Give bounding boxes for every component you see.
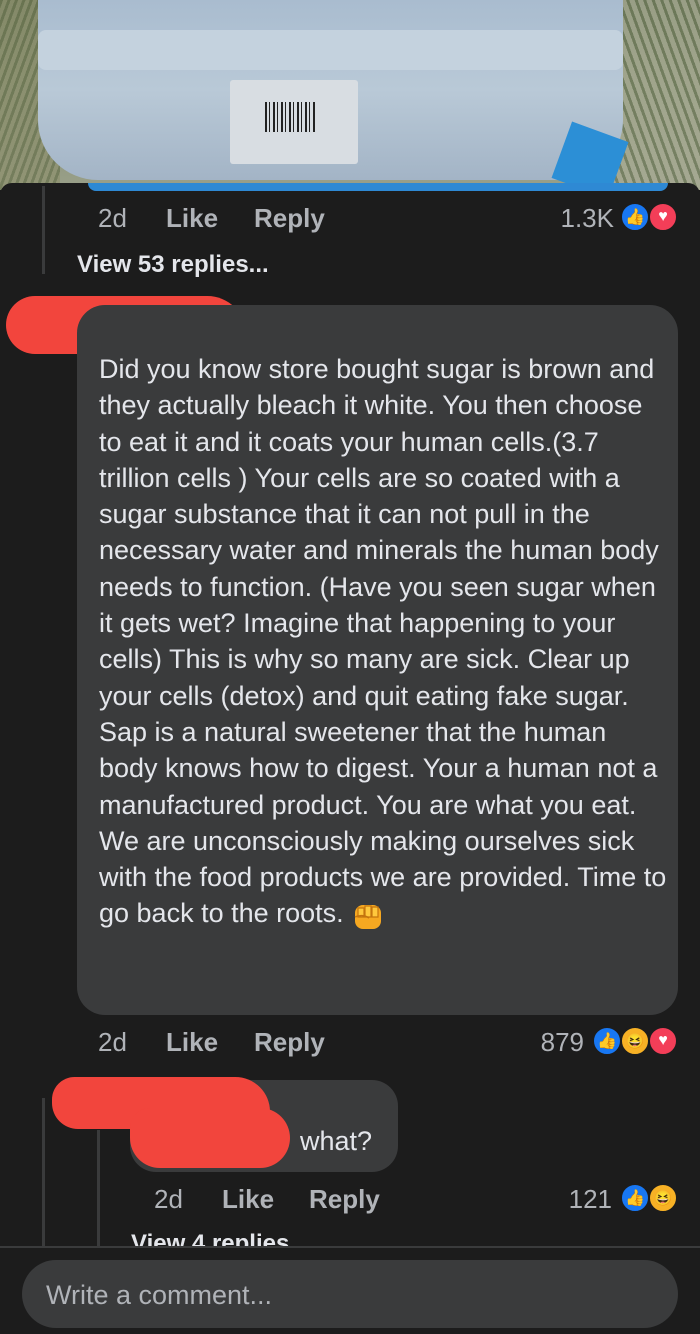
love-icon: ♥ xyxy=(648,1026,678,1056)
nested-mention-redaction xyxy=(130,1108,290,1168)
reply-label: Reply xyxy=(309,1184,380,1214)
comment-composer[interactable] xyxy=(22,1260,678,1330)
like-label: Like xyxy=(166,1027,219,1057)
haha-icon: 😆 xyxy=(648,1183,678,1213)
nested-reply-text: what? xyxy=(300,1126,373,1156)
attached-photo[interactable] xyxy=(0,0,700,190)
reply-comment-age: 2d xyxy=(98,1027,127,1057)
reply-comment-bubble[interactable]: Did you know store bought sugar is brown… xyxy=(77,305,678,1015)
reply-label: Reply xyxy=(254,1027,325,1057)
composer-divider xyxy=(0,1246,700,1248)
nested-reply-like-button[interactable]: Like xyxy=(222,1184,274,1215)
nested-reply-age: 2d xyxy=(154,1184,183,1214)
like-icon: 👍 xyxy=(592,1026,622,1056)
like-label: Like xyxy=(222,1184,275,1214)
photo-bottom-edge xyxy=(88,183,668,191)
photo-grass-right xyxy=(610,0,700,190)
top-comment-actions: 2d xyxy=(98,203,127,234)
top-comment-reply-button[interactable]: Reply xyxy=(254,203,325,234)
photo-barcode xyxy=(265,102,317,132)
view-replies-link[interactable]: View 53 replies... xyxy=(77,251,269,279)
comment-input[interactable] xyxy=(44,1260,648,1330)
thread-line-main xyxy=(42,186,45,274)
reply-comment-body: Did you know store bought sugar is brown… xyxy=(99,354,667,929)
nested-reply-reply-button[interactable]: Reply xyxy=(309,1184,380,1215)
love-icon: ♥ xyxy=(648,202,678,232)
reply-comment-text: Did you know store bought sugar is brown… xyxy=(99,351,667,932)
reply-label: Reply xyxy=(254,203,325,233)
haha-icon: 😆 xyxy=(620,1026,650,1056)
comment-age: 2d xyxy=(98,203,127,233)
thread-line-replies xyxy=(42,1098,45,1246)
top-comment-reaction-count[interactable]: 1.3K xyxy=(520,203,615,234)
nested-reply-reaction-count[interactable]: 121 xyxy=(540,1184,612,1215)
raised-fist-icon xyxy=(351,899,385,931)
thread-line-nested xyxy=(97,1130,100,1246)
top-comment-like-button[interactable]: Like xyxy=(166,203,218,234)
reply-comment-like-button[interactable]: Like xyxy=(166,1027,218,1058)
reply-comment-reply-button[interactable]: Reply xyxy=(254,1027,325,1058)
photo-bowl-rim xyxy=(38,30,623,70)
reply-comment-reaction-count[interactable]: 879 xyxy=(500,1027,584,1058)
like-label: Like xyxy=(166,203,219,233)
like-icon: 👍 xyxy=(620,1183,650,1213)
like-icon: 👍 xyxy=(620,202,650,232)
